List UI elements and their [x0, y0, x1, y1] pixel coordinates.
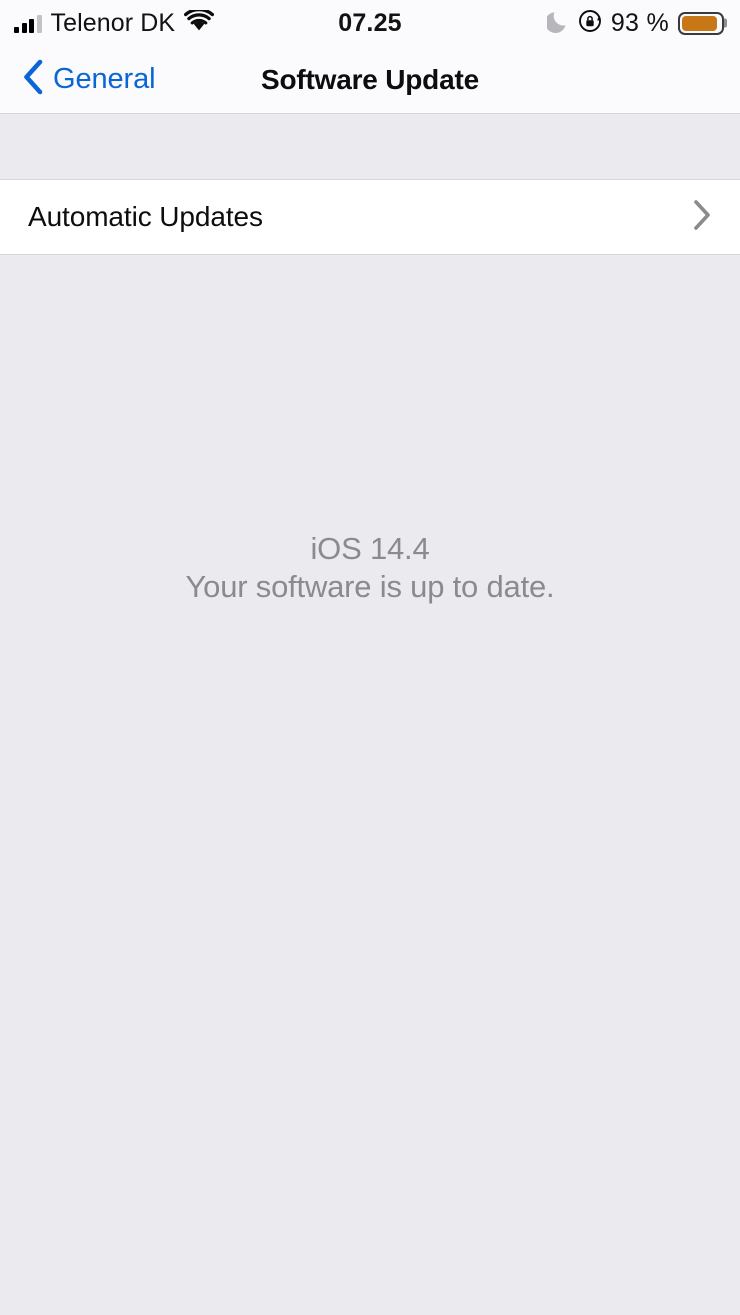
ios-version-label: iOS 14.4 [310, 531, 430, 566]
status-bar-left: Telenor DK [14, 7, 215, 37]
battery-fill [682, 15, 718, 31]
page-title: Software Update [261, 63, 479, 95]
cellular-signal-icon [14, 14, 42, 33]
status-bar: Telenor DK 07.25 93 % [0, 0, 740, 46]
content-area: Automatic Updates iOS 14.4 Your software… [0, 115, 740, 1315]
disclosure-chevron-icon [692, 199, 712, 236]
update-status-block: iOS 14.4 Your software is up to date. [0, 530, 740, 607]
navigation-bar: General Software Update [0, 46, 740, 114]
row-automatic-updates-label: Automatic Updates [28, 201, 263, 232]
battery-icon [678, 11, 727, 35]
rotation-lock-icon [578, 9, 602, 38]
software-update-screen: Telenor DK 07.25 93 % General Software U… [0, 0, 740, 1315]
carrier-label: Telenor DK [50, 8, 176, 37]
row-automatic-updates[interactable]: Automatic Updates [0, 180, 740, 254]
clock-label: 07.25 [338, 8, 402, 37]
battery-percent-label: 93 % [610, 8, 669, 37]
status-bar-right: 93 % [544, 8, 727, 38]
moon-icon [544, 9, 569, 38]
wifi-icon [184, 7, 215, 37]
battery-cap [724, 18, 727, 28]
settings-group: Automatic Updates [0, 179, 740, 255]
update-message-label: Your software is up to date. [185, 569, 555, 605]
